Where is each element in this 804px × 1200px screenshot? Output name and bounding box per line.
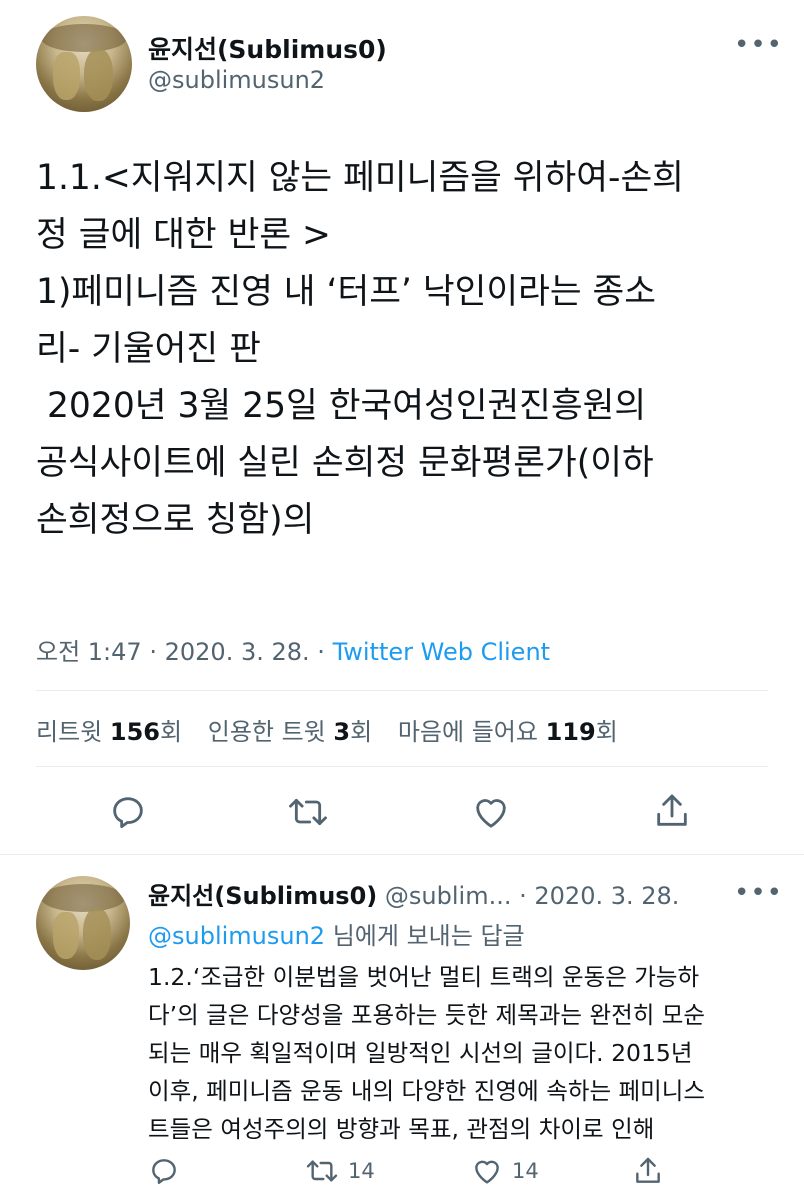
reply-to-mention[interactable]: @sublimusun2 <box>148 922 325 950</box>
likes-stat[interactable]: 마음에 들어요 119회 <box>398 718 618 746</box>
like-button[interactable] <box>470 792 512 832</box>
reply-retweet-button[interactable]: 14 <box>304 1155 375 1187</box>
reply-header: 윤지선(Sublimus0) @sublim... · 2020. 3. 28. <box>148 876 679 911</box>
retweet-icon <box>289 798 327 826</box>
heart-icon <box>476 799 506 828</box>
retweets-stat[interactable]: 리트윗 156회 <box>36 718 182 746</box>
reply-text: 1.2.‘조급한 이분법을 벗어난 멀티 트랙의 운동은 가능하 다’의 글은 … <box>148 963 706 1143</box>
meta-separator: · <box>317 638 325 666</box>
reply-author-name[interactable]: 윤지선(Sublimus0) <box>148 882 377 910</box>
divider <box>36 766 768 767</box>
reply-reply-button[interactable] <box>148 1155 180 1187</box>
divider <box>36 690 768 691</box>
reply-author-handle[interactable]: @sublim... <box>385 882 512 910</box>
reply-like-button[interactable]: 14 <box>470 1155 539 1187</box>
reply-avatar[interactable] <box>36 876 130 970</box>
more-dots-icon[interactable]: ••• <box>734 880 783 906</box>
reply-icon <box>152 1159 176 1184</box>
tweet-stats: 리트윗 156회 인용한 트윗 3회 마음에 들어요 119회 <box>36 712 618 747</box>
replying-to: @sublimusun2 님에게 보내는 답글 <box>148 916 525 951</box>
share-icon <box>657 794 687 826</box>
divider <box>0 854 804 855</box>
reply-date[interactable]: 2020. 3. 28. <box>534 882 679 910</box>
retweet-count: 14 <box>348 1159 375 1183</box>
tweet-client[interactable]: Twitter Web Client <box>333 638 551 666</box>
quotes-stat[interactable]: 인용한 트윗 3회 <box>208 718 372 746</box>
share-icon <box>636 1157 660 1183</box>
tweet-date[interactable]: 2020. 3. 28. <box>165 638 310 666</box>
reply-to-label: 님에게 보내는 답글 <box>325 922 525 950</box>
tweet-meta: 오전 1:47 · 2020. 3. 28. · Twitter Web Cli… <box>36 632 550 667</box>
share-button[interactable] <box>652 790 692 832</box>
author-name[interactable]: 윤지선(Sublimus0) <box>148 30 387 66</box>
retweet-button[interactable] <box>286 792 330 832</box>
reply-share-button[interactable] <box>632 1154 664 1188</box>
tweet-time[interactable]: 오전 1:47 <box>36 638 142 666</box>
author-handle[interactable]: @sublimusun2 <box>148 66 325 94</box>
heart-icon <box>475 1160 499 1184</box>
like-count: 14 <box>512 1159 539 1183</box>
reply-button[interactable] <box>108 792 148 832</box>
retweet-icon <box>306 1160 338 1182</box>
more-dots-icon[interactable]: ••• <box>734 32 783 58</box>
meta-separator: · <box>149 638 157 666</box>
reply-separator: · <box>519 882 527 910</box>
tweet-text: 1.1.<지워지지 않는 페미니즘을 위하여-손희 정 글에 대한 반론 > 1… <box>36 158 684 540</box>
avatar[interactable] <box>36 16 132 112</box>
reply-icon <box>113 797 143 829</box>
